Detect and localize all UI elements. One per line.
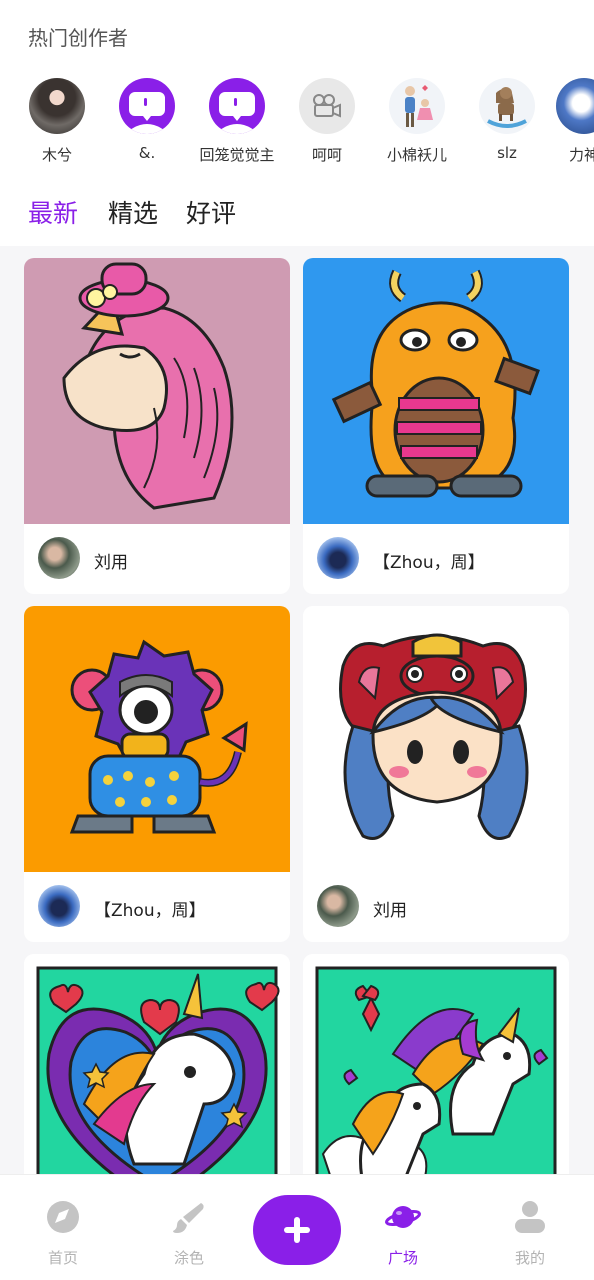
nav-home-label: 首页 (47, 1249, 78, 1267)
creator-name: &. (138, 144, 156, 162)
camera-icon (313, 94, 341, 118)
artwork-card[interactable]: 【Zhou，周】 (24, 606, 290, 942)
creator-item[interactable]: 木兮 (11, 78, 103, 165)
avatar[interactable] (29, 78, 85, 134)
user-icon (515, 1201, 545, 1233)
compass-icon (47, 1201, 79, 1233)
avatar[interactable] (479, 78, 535, 134)
default-avatar-icon (125, 92, 169, 134)
artwork-card[interactable]: 【Zhou，周】 (303, 258, 569, 594)
bottom-nav: 首页 涂色 广场 我的 (0, 1174, 594, 1280)
artwork-card[interactable] (24, 954, 290, 1176)
nav-profile[interactable]: 我的 (490, 1199, 570, 1268)
avatar[interactable] (209, 78, 265, 134)
nav-coloring-label: 涂色 (173, 1249, 204, 1267)
couple-figure-icon (405, 85, 433, 127)
header-area: 热门创作者 木兮 &. 回笼觉觉主 呵呵 小棉袄儿 slz 力神 最新 精选 好… (0, 0, 594, 246)
card-footer[interactable]: 【Zhou，周】 (303, 524, 569, 594)
tab-featured[interactable]: 精选 (108, 194, 158, 230)
artwork-card[interactable]: 刘用 (303, 606, 569, 942)
create-button[interactable] (253, 1195, 341, 1265)
artwork-card[interactable]: 刘用 (24, 258, 290, 594)
card-footer[interactable]: 刘用 (303, 872, 569, 942)
card-footer[interactable]: 刘用 (24, 524, 290, 594)
nav-home[interactable]: 首页 (23, 1199, 103, 1268)
avatar[interactable] (389, 78, 445, 134)
nav-square[interactable]: 广场 (363, 1199, 443, 1268)
card-footer[interactable]: 【Zhou，周】 (24, 872, 290, 942)
artwork-image[interactable] (303, 606, 569, 872)
planet-icon (385, 1206, 421, 1228)
avatar[interactable] (119, 78, 175, 134)
creator-item[interactable]: &. (101, 78, 193, 162)
creator-item[interactable]: 回笼觉觉主 (191, 78, 283, 165)
avatar[interactable] (556, 78, 594, 134)
creator-item[interactable]: 小棉袄儿 (371, 78, 463, 165)
tab-top-rated[interactable]: 好评 (186, 194, 236, 230)
creator-name: 力神 (568, 146, 594, 164)
creator-item[interactable]: 呵呵 (281, 78, 373, 165)
brush-icon (173, 1203, 204, 1233)
artwork-image[interactable] (303, 258, 569, 524)
artwork-image[interactable] (303, 954, 569, 1176)
creator-name: 木兮 (41, 146, 72, 164)
nav-coloring[interactable]: 涂色 (149, 1199, 229, 1268)
tab-latest[interactable]: 最新 (28, 194, 78, 230)
artwork-image[interactable] (24, 258, 290, 524)
avatar[interactable] (38, 537, 80, 579)
avatar[interactable] (317, 537, 359, 579)
author-name[interactable]: 【Zhou，周】 (94, 896, 206, 921)
creator-name: 小棉袄儿 (386, 146, 447, 164)
plus-icon (284, 1217, 310, 1243)
author-name[interactable]: 【Zhou，周】 (373, 548, 485, 573)
creator-name: 呵呵 (311, 146, 342, 164)
hot-creators-title: 热门创作者 (28, 26, 128, 50)
artwork-card[interactable] (303, 954, 569, 1176)
creator-item[interactable]: 力神 (538, 78, 594, 165)
creator-name: 回笼觉觉主 (199, 146, 275, 164)
author-name[interactable]: 刘用 (94, 548, 128, 573)
avatar[interactable] (317, 885, 359, 927)
default-avatar-icon (215, 92, 259, 134)
avatar[interactable] (38, 885, 80, 927)
artwork-image[interactable] (24, 954, 290, 1176)
avatar[interactable] (299, 78, 355, 134)
artwork-image[interactable] (24, 606, 290, 872)
nav-profile-label: 我的 (514, 1249, 545, 1267)
rocking-horse-icon (487, 87, 527, 128)
hot-creators-list[interactable]: 木兮 &. 回笼觉觉主 呵呵 小棉袄儿 slz 力神 (0, 78, 594, 178)
artwork-feed[interactable]: 刘用 【Zhou，周】 【Zhou，周】 刘用 (0, 246, 594, 1176)
nav-square-label: 广场 (387, 1249, 418, 1267)
author-name[interactable]: 刘用 (373, 896, 407, 921)
